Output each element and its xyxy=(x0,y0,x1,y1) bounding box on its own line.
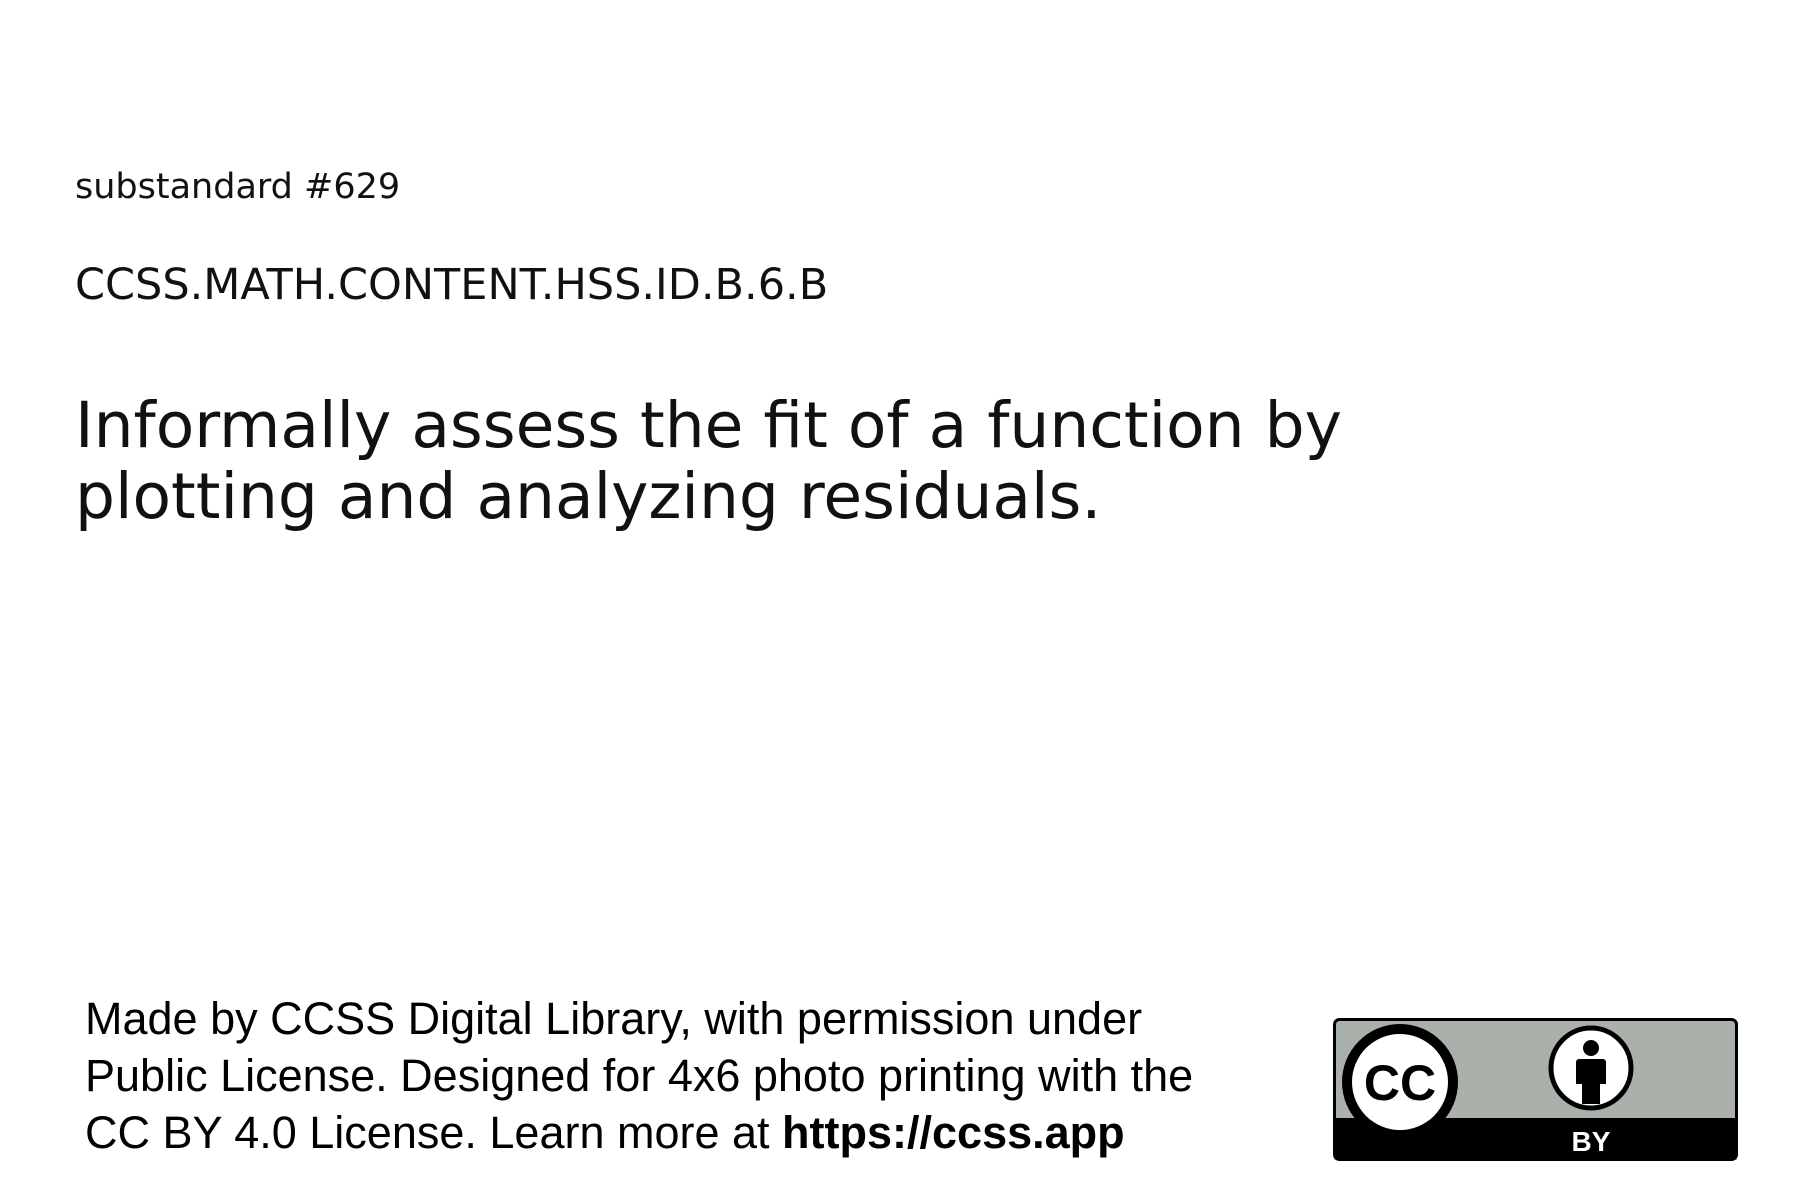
cc-by-license-badge: CC BY xyxy=(1333,1018,1738,1161)
by-label: BY xyxy=(1572,1126,1611,1157)
standard-code: CCSS.MATH.CONTENT.HSS.ID.B.6.B xyxy=(75,260,829,310)
cc-icon-label: CC xyxy=(1364,1055,1436,1111)
standard-description: Informally assess the fit of a function … xyxy=(75,389,1342,533)
attribution-footer: Made by CCSS Digital Library, with permi… xyxy=(85,990,1315,1161)
footer-line-1: Made by CCSS Digital Library, with permi… xyxy=(85,993,1143,1044)
cc-icon: CC xyxy=(1342,1024,1458,1140)
website-link[interactable]: https://ccss.app xyxy=(782,1107,1125,1158)
footer-line-2: Public License. Designed for 4x6 photo p… xyxy=(85,1050,1194,1101)
attribution-person-icon xyxy=(1548,1025,1634,1111)
footer-line-3-text: CC BY 4.0 License. Learn more at xyxy=(85,1107,783,1158)
footer-line-3: CC BY 4.0 License. Learn more at https:/… xyxy=(85,1104,1315,1161)
substandard-number: substandard #629 xyxy=(75,167,401,207)
